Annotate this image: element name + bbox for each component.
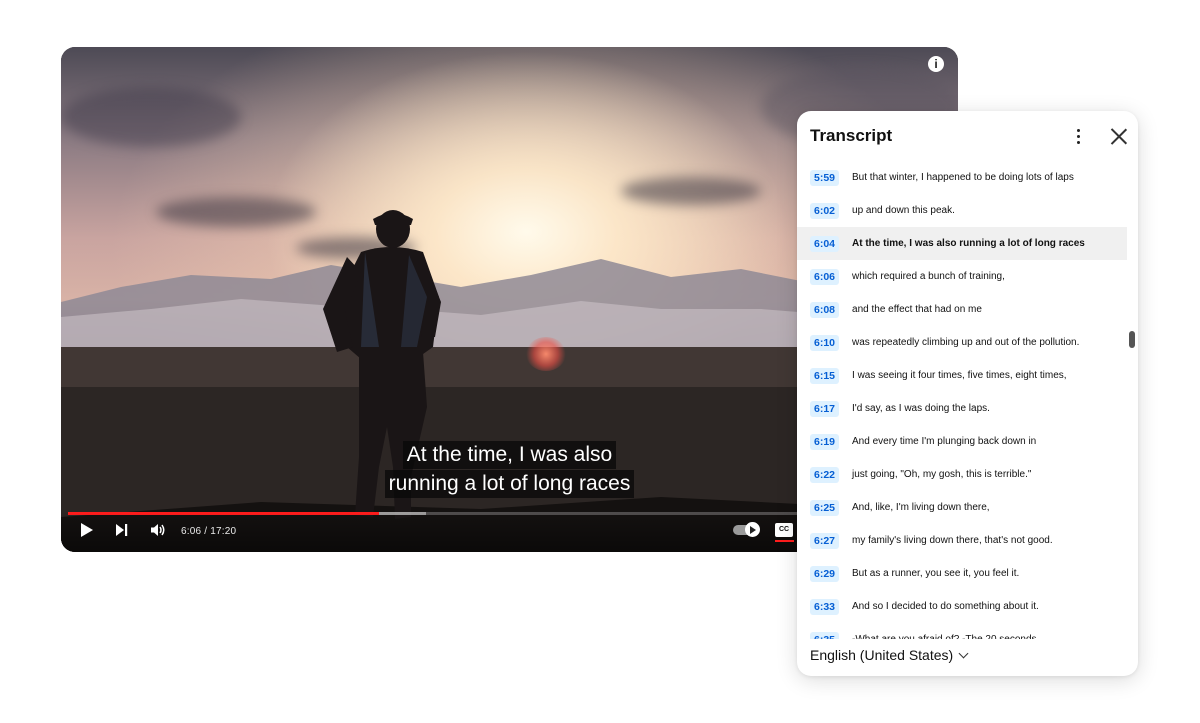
segment-timestamp[interactable]: 6:04: [810, 235, 840, 252]
segment-timestamp[interactable]: 6:35: [810, 631, 840, 639]
segment-text: At the time, I was also running a lot of…: [852, 238, 1085, 249]
segment-text: was repeatedly climbing up and out of th…: [852, 337, 1080, 348]
segment-text: I was seeing it four times, five times, …: [852, 370, 1067, 381]
segment-timestamp[interactable]: 6:10: [810, 334, 840, 351]
segment-text: And every time I'm plunging back down in: [852, 436, 1037, 447]
transcript-segment[interactable]: 6:35 -What are you afraid of? -The 20 sec…: [797, 623, 1127, 639]
segment-text: But that winter, I happened to be doing …: [852, 172, 1074, 183]
segment-timestamp[interactable]: 6:29: [810, 565, 840, 582]
scrollbar-thumb[interactable]: [1129, 331, 1135, 348]
segment-timestamp[interactable]: 6:08: [810, 301, 840, 318]
next-icon[interactable]: [114, 521, 130, 544]
transcript-segment[interactable]: 6:04 At the time, I was also running a lo…: [797, 227, 1127, 260]
transcript-segment[interactable]: 6:17 I'd say, as I was doing the laps.: [797, 392, 1127, 425]
segment-timestamp[interactable]: 6:27: [810, 532, 840, 549]
segment-timestamp[interactable]: 6:33: [810, 598, 840, 615]
segment-text: And so I decided to do something about i…: [852, 601, 1039, 612]
more-options-icon[interactable]: [1072, 127, 1084, 147]
segment-text: And, like, I'm living down there,: [852, 502, 990, 513]
transcript-segment-list[interactable]: 5:59 But that winter, I happened to be do…: [797, 161, 1127, 639]
transcript-segment[interactable]: 6:22 just going, "Oh, my gosh, this is te…: [797, 458, 1127, 491]
transcript-segment[interactable]: 6:25 And, like, I'm living down there,: [797, 491, 1127, 524]
transcript-segment[interactable]: 6:33 And so I decided to do something abo…: [797, 590, 1127, 623]
segment-timestamp[interactable]: 6:15: [810, 367, 840, 384]
segment-text: But as a runner, you see it, you feel it…: [852, 568, 1020, 579]
transcript-segment[interactable]: 6:10 was repeatedly climbing up and out o…: [797, 326, 1127, 359]
segment-timestamp[interactable]: 5:59: [810, 169, 840, 186]
autoplay-toggle-icon[interactable]: [733, 522, 760, 537]
segment-timestamp[interactable]: 6:17: [810, 400, 840, 417]
caption-line-2: running a lot of long races: [384, 470, 635, 498]
segment-text: up and down this peak.: [852, 205, 955, 216]
language-label: English (United States): [810, 647, 954, 663]
segment-timestamp[interactable]: 6:19: [810, 433, 840, 450]
volume-icon[interactable]: [149, 521, 167, 544]
info-icon[interactable]: i: [928, 56, 944, 72]
segment-timestamp[interactable]: 6:22: [810, 466, 840, 483]
language-selector[interactable]: English (United States): [810, 647, 969, 663]
play-icon[interactable]: [79, 521, 95, 544]
transcript-segment[interactable]: 6:08 and the effect that had on me: [797, 293, 1127, 326]
chevron-down-icon: [958, 648, 969, 658]
transcript-segment[interactable]: 6:29 But as a runner, you see it, you fee…: [797, 557, 1127, 590]
transcript-panel: Transcript 5:59 But that winter, I happen…: [797, 111, 1138, 676]
segment-timestamp[interactable]: 6:06: [810, 268, 840, 285]
transcript-segment[interactable]: 6:06 which required a bunch of training,: [797, 260, 1127, 293]
transcript-segment[interactable]: 5:59 But that winter, I happened to be do…: [797, 161, 1127, 194]
segment-text: -What are you afraid of? -The 20 seconds: [852, 634, 1037, 639]
transcript-segment[interactable]: 6:02 up and down this peak.: [797, 194, 1127, 227]
caption-line-1: At the time, I was also: [402, 441, 617, 469]
transcript-segment[interactable]: 6:19 And every time I'm plunging back dow…: [797, 425, 1127, 458]
segment-text: which required a bunch of training,: [852, 271, 1005, 282]
segment-text: my family's living down there, that's no…: [852, 535, 1053, 546]
transcript-title: Transcript: [810, 126, 893, 145]
segment-text: I'd say, as I was doing the laps.: [852, 403, 990, 414]
segment-text: just going, "Oh, my gosh, this is terrib…: [852, 469, 1032, 480]
time-display: 6:06 / 17:20: [181, 526, 237, 537]
transcript-segment[interactable]: 6:15 I was seeing it four times, five tim…: [797, 359, 1127, 392]
segment-timestamp[interactable]: 6:02: [810, 202, 840, 219]
segment-timestamp[interactable]: 6:25: [810, 499, 840, 516]
transcript-segment[interactable]: 6:27 my family's living down there, that'…: [797, 524, 1127, 557]
cc-icon[interactable]: CC: [775, 523, 794, 542]
segment-text: and the effect that had on me: [852, 304, 982, 315]
close-icon[interactable]: [1110, 127, 1128, 145]
